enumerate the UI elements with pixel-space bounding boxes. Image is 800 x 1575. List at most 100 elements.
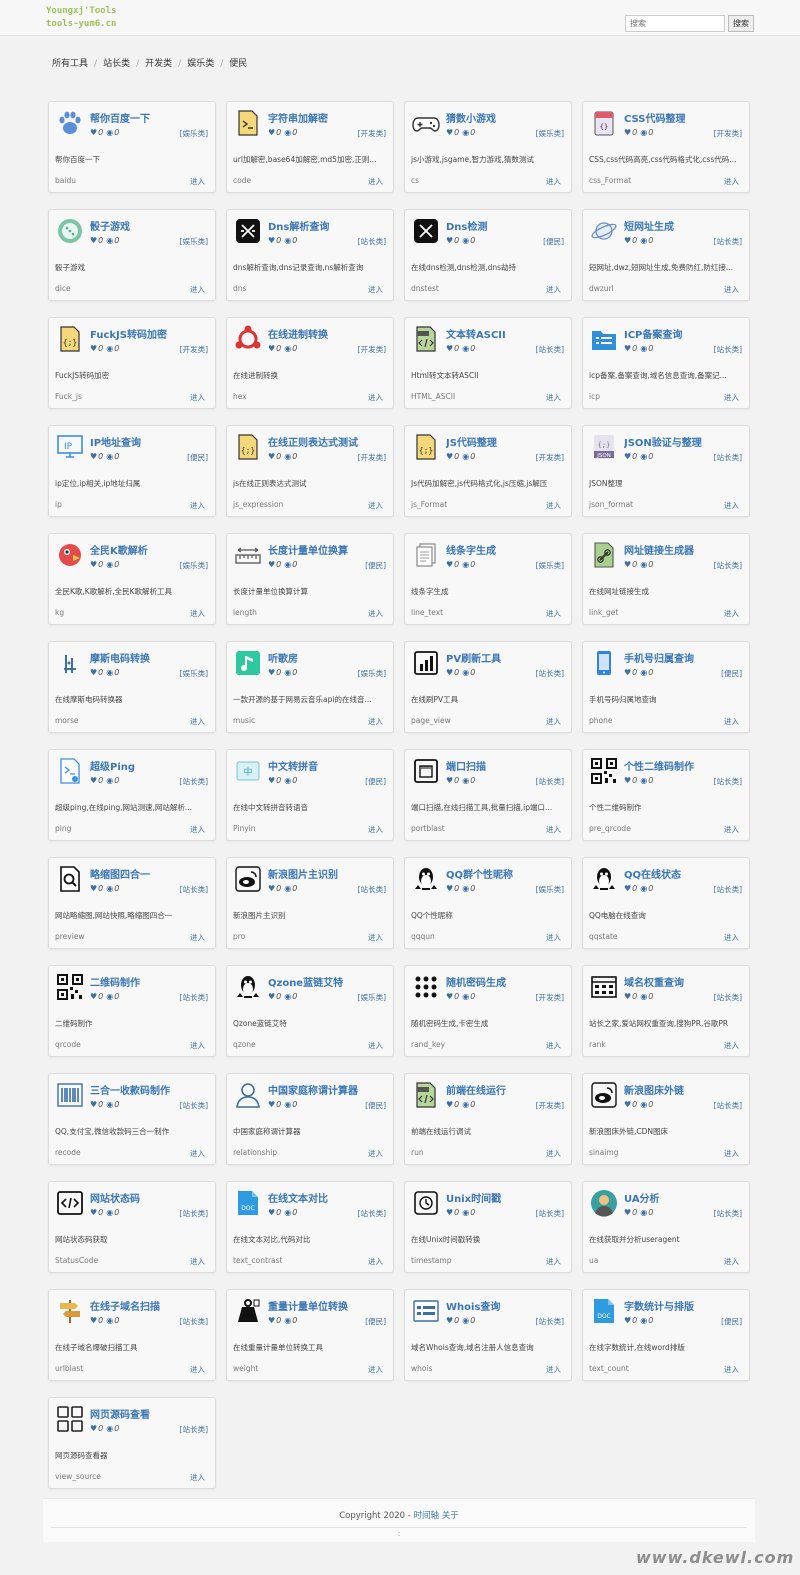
tool-card[interactable]: Qzone蓝链艾特 ♥0 ◉0 [娱乐类] Qzone蓝链艾特 qzone 进入 [226,965,394,1057]
enter-link[interactable]: 进入 [190,1040,205,1051]
tool-title[interactable]: 在线文本对比 [268,1190,328,1205]
enter-link[interactable]: 进入 [546,1148,561,1159]
heart-icon[interactable]: ♥ [90,560,97,569]
tool-card[interactable]: UA分析 ♥0 ◉0 [站长类] 在线获取并分析useragent ua 进入 [582,1181,750,1273]
heart-icon[interactable]: ♥ [268,560,275,569]
heart-icon[interactable]: ♥ [268,668,275,677]
tool-category[interactable]: [站长类] [536,1316,564,1327]
nav-item[interactable]: 便民 [229,59,247,69]
enter-link[interactable]: 进入 [190,1364,205,1375]
tool-card[interactable]: ICP备案查询 ♥0 ◉0 [站长类] icp备案,备案查询,域名信息查询,备案记...… [582,317,750,409]
tool-category[interactable]: [娱乐类] [180,236,208,247]
tool-category[interactable]: [站长类] [536,776,564,787]
heart-icon[interactable]: ♥ [446,128,453,137]
heart-icon[interactable]: ♥ [624,668,631,677]
heart-icon[interactable]: ♥ [446,776,453,785]
heart-icon[interactable]: ♥ [624,128,631,137]
tool-category[interactable]: [开发类] [714,128,742,139]
enter-link[interactable]: 进入 [724,500,739,511]
tool-card[interactable]: 手机号归属查询 ♥0 ◉0 [便民] 手机号码归属地查询 phone 进入 [582,641,750,733]
tool-title[interactable]: 重量计量单位转换 [268,1298,348,1313]
tool-category[interactable]: [站长类] [358,884,386,895]
tool-card[interactable]: 个性二维码制作 ♥0 ◉0 [站长类] 个性二维码制作 pre_qrcode 进入 [582,749,750,841]
tool-card[interactable]: 域名权重查询 ♥0 ◉0 [站长类] 站长之家,爱站网权重查询,搜狗PR,谷歌PR ran… [582,965,750,1057]
tool-title[interactable]: 手机号归属查询 [624,650,694,665]
tool-title[interactable]: ICP备案查询 [624,326,682,341]
tool-card[interactable]: 长度计量单位换算 ♥0 ◉0 [便民] 长度计量单位换算计算 length 进入 [226,533,394,625]
heart-icon[interactable]: ♥ [624,1208,631,1217]
enter-link[interactable]: 进入 [190,176,205,187]
tool-title[interactable]: 猜数小游戏 [446,110,496,125]
tool-card[interactable]: 重量计量单位转换 ♥0 ◉0 [便民] 在线重量计量单位转换工具 weight 进入 [226,1289,394,1381]
heart-icon[interactable]: ♥ [90,1424,97,1433]
tool-title[interactable]: 域名权重查询 [624,974,684,989]
enter-link[interactable]: 进入 [190,392,205,403]
tool-category[interactable]: [娱乐类] [180,128,208,139]
tool-title[interactable]: JSON验证与整理 [624,434,702,449]
tool-category[interactable]: [便民] [543,236,564,247]
tool-card[interactable]: 中中文转拼音 ♥0 ◉0 [便民] 在线中文转拼音转语音 Pinyin 进入 [226,749,394,841]
tool-category[interactable]: [站长类] [180,776,208,787]
enter-link[interactable]: 进入 [546,932,561,943]
heart-icon[interactable]: ♥ [624,776,631,785]
tool-title[interactable]: Unix时间戳 [446,1190,501,1205]
tool-category[interactable]: [开发类] [180,344,208,355]
heart-icon[interactable]: ♥ [90,344,97,353]
tool-title[interactable]: Dns检测 [446,218,487,233]
enter-link[interactable]: 进入 [368,716,383,727]
nav-item[interactable]: 娱乐类 [187,59,214,69]
tool-category[interactable]: [站长类] [536,1208,564,1219]
tool-card[interactable]: {} CSS代码整理 ♥0 ◉0 [开发类] CSS,css代码高亮,css代码格式化,c… [582,101,750,193]
nav-item[interactable]: 所有工具 [52,59,88,69]
tool-category[interactable]: [站长类] [714,560,742,571]
tool-card[interactable]: Dns解析查询 ♥0 ◉0 [站长类] dns解析查询,dns记录查询,ns解析查询 dn… [226,209,394,301]
tool-category[interactable]: [站长类] [180,884,208,895]
tool-category[interactable]: [娱乐类] [358,668,386,679]
tool-title[interactable]: 网页源码查看 [90,1406,150,1421]
heart-icon[interactable]: ♥ [268,344,275,353]
tool-category[interactable]: [开发类] [536,1100,564,1111]
enter-link[interactable]: 进入 [368,1364,383,1375]
tool-category[interactable]: [便民] [365,560,386,571]
enter-link[interactable]: 进入 [724,1256,739,1267]
heart-icon[interactable]: ♥ [624,1316,631,1325]
enter-link[interactable]: 进入 [190,608,205,619]
tool-title[interactable]: 文本转ASCII [446,326,506,341]
tool-title[interactable]: 网址链接生成器 [624,542,694,557]
tool-category[interactable]: [便民] [187,452,208,463]
tool-title[interactable]: 全民K歌解析 [90,542,148,557]
enter-link[interactable]: 进入 [546,716,561,727]
enter-link[interactable]: 进入 [190,500,205,511]
tool-title[interactable]: 三合一收款码制作 [90,1082,170,1097]
tool-category[interactable]: [站长类] [714,1100,742,1111]
tool-card[interactable]: 三合一收款码制作 ♥0 ◉0 [站长类] QQ,支付宝,微信收款码三合一制作 recode… [48,1073,216,1165]
enter-link[interactable]: 进入 [190,1256,205,1267]
enter-link[interactable]: 进入 [368,1040,383,1051]
tool-card[interactable]: 字符串加解密 ♥0 ◉0 [开发类] url加解密,base64加解密,md5加密,正则… [226,101,394,193]
tool-card[interactable]: 中国家庭称谓计算器 ♥0 ◉0 [便民] 中国家庭称谓计算器 relationship 进入 [226,1073,394,1165]
heart-icon[interactable]: ♥ [446,560,453,569]
search-input[interactable] [625,15,725,32]
tool-category[interactable]: [娱乐类] [536,128,564,139]
tool-category[interactable]: [站长类] [714,1208,742,1219]
enter-link[interactable]: 进入 [546,176,561,187]
tool-category[interactable]: [娱乐类] [536,560,564,571]
tool-title[interactable]: 骰子游戏 [90,218,130,233]
heart-icon[interactable]: ♥ [90,236,97,245]
tool-category[interactable]: [开发类] [358,344,386,355]
heart-icon[interactable]: ♥ [624,992,631,1001]
tool-card[interactable]: 前端在线运行 ♥0 ◉0 [开发类] 前端在线运行调试 run 进入 [404,1073,572,1165]
tool-category[interactable]: [站长类] [536,668,564,679]
tool-card[interactable]: 线条字生成 ♥0 ◉0 [娱乐类] 线条字生成 line_text 进入 [404,533,572,625]
tool-card[interactable]: 文本转ASCII ♥0 ◉0 [站长类] Html转文本转ASCII HTML_ASCII… [404,317,572,409]
tool-title[interactable]: 随机密码生成 [446,974,506,989]
tool-card[interactable]: IP IP地址查询 ♥0 ◉0 [便民] ip定位,ip相关,ip地址归属 ip 进入 [48,425,216,517]
heart-icon[interactable]: ♥ [90,776,97,785]
tool-category[interactable]: [站长类] [714,776,742,787]
tool-card[interactable]: 端口扫描 ♥0 ◉0 [站长类] 端口扫描,在线扫描工具,批量扫描,ip端口... por… [404,749,572,841]
tool-category[interactable]: [站长类] [180,1208,208,1219]
tool-card[interactable]: Dns检测 ♥0 ◉0 [便民] 在线dns检测,dns检测,dns劫持 dnstest 进… [404,209,572,301]
heart-icon[interactable]: ♥ [624,560,631,569]
tool-card[interactable]: 听歌房 ♥0 ◉0 [娱乐类] 一款开源的基于网易云音乐api的在线音... music 进… [226,641,394,733]
heart-icon[interactable]: ♥ [268,1100,275,1109]
